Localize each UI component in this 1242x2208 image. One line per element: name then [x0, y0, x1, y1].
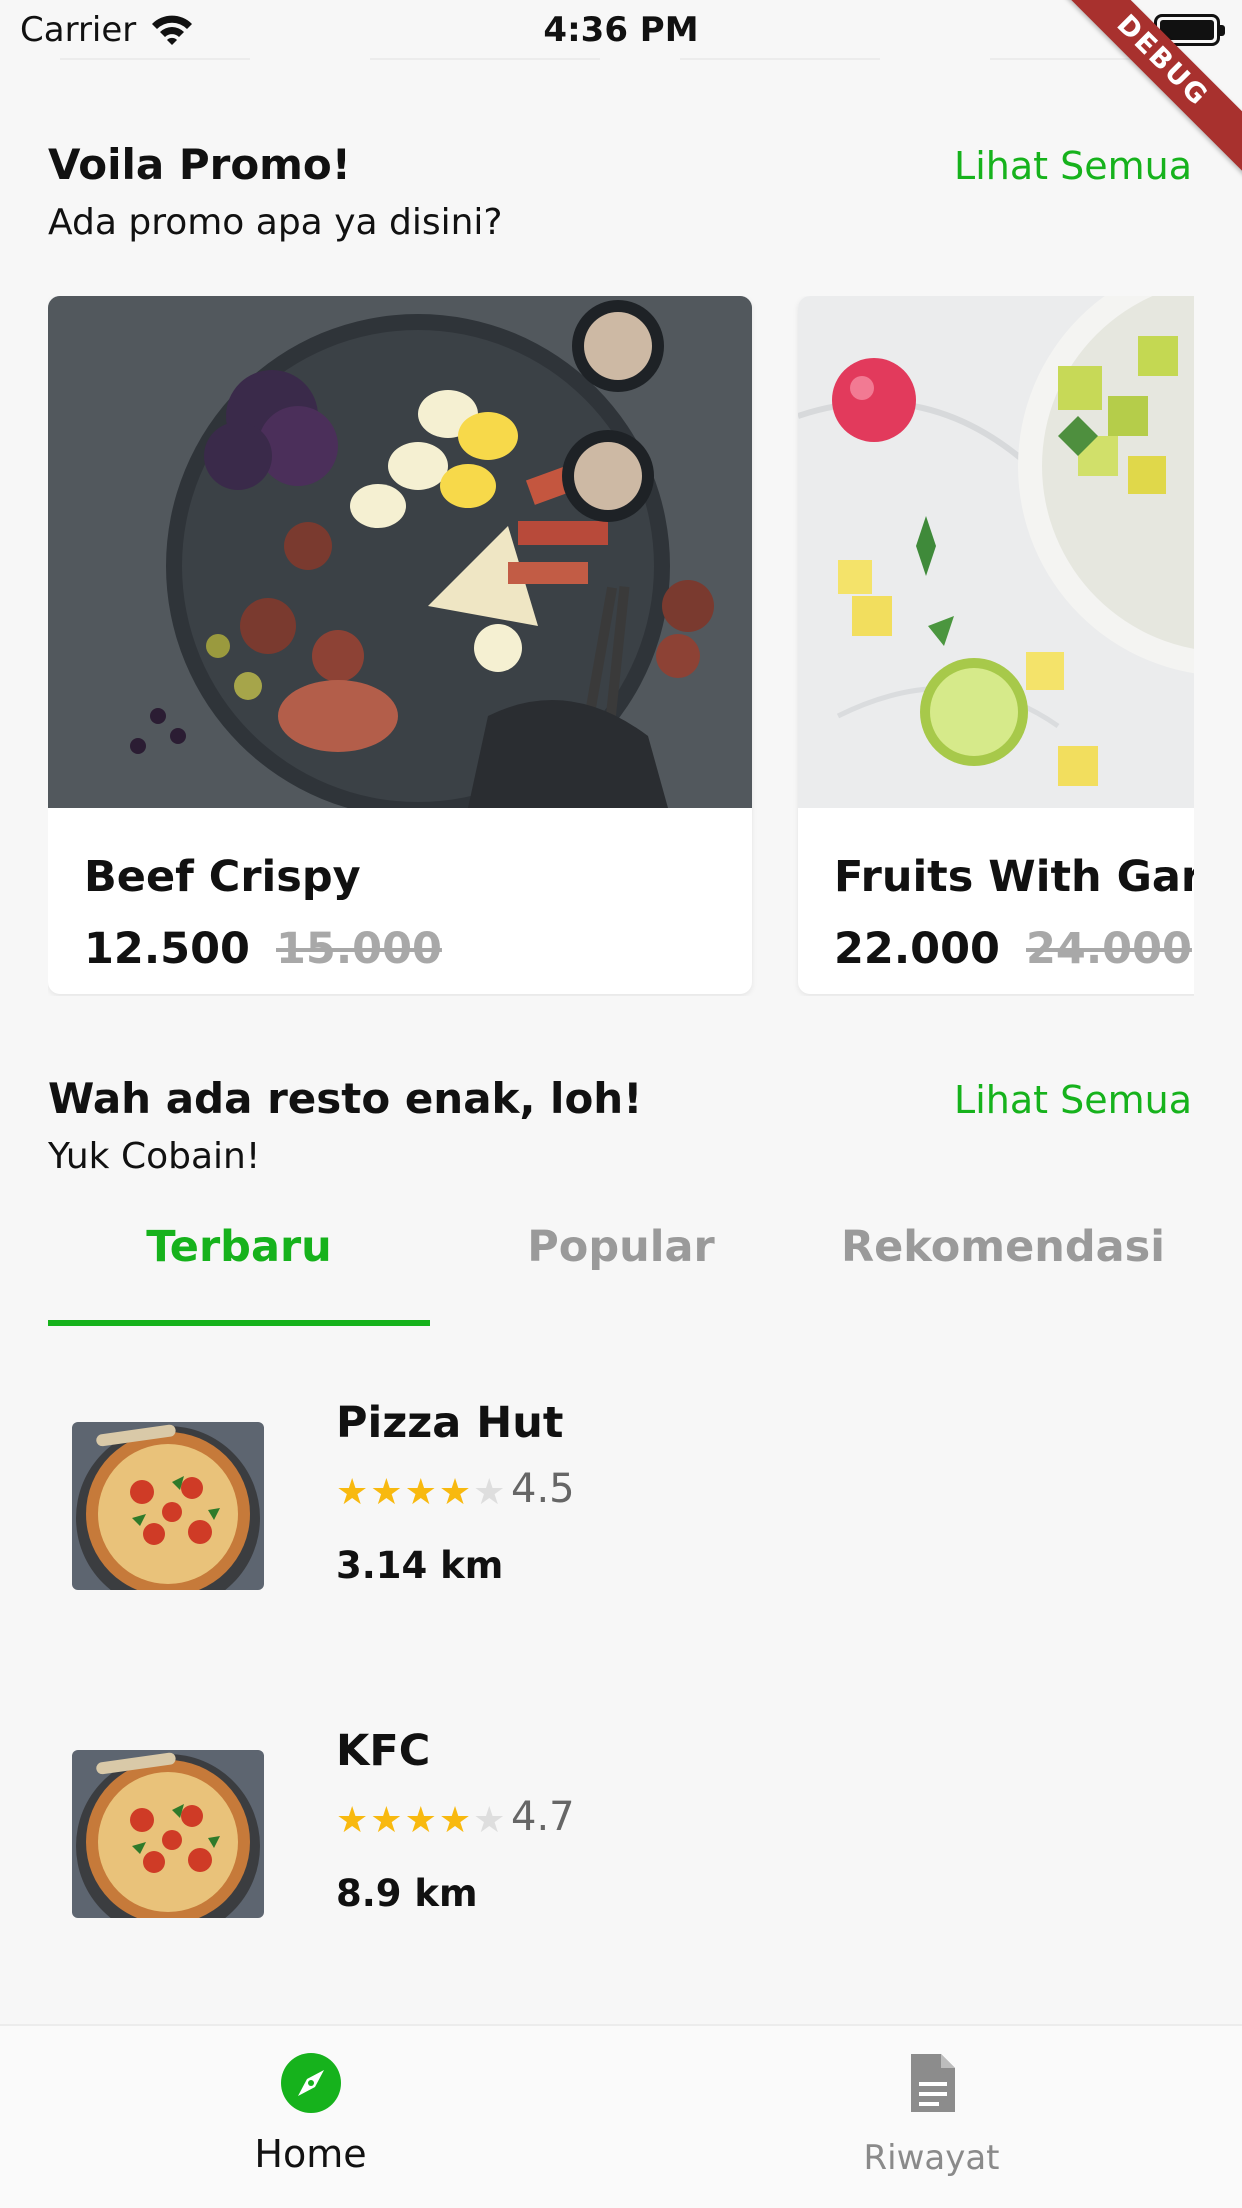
- promo-name: Beef Crispy: [84, 852, 361, 902]
- compass-icon: [280, 2052, 342, 2114]
- promo-image: [798, 296, 1194, 808]
- star-icon: ★: [336, 1472, 371, 1513]
- promo-title: Voila Promo!: [48, 140, 351, 189]
- resto-subtitle: Yuk Cobain!: [48, 1136, 261, 1177]
- restaurant-thumbnail: [72, 1750, 264, 1918]
- promo-name: Fruits With Garlic: [834, 852, 1194, 902]
- promo-price: 12.500: [84, 924, 250, 974]
- promo-subtitle: Ada promo apa ya disini?: [48, 202, 503, 243]
- promo-old-price: 24.000: [1026, 924, 1192, 974]
- rating-stars: ★★★★★: [336, 1472, 507, 1513]
- star-icon: ★: [404, 1472, 439, 1513]
- rating-stars: ★★★★★: [336, 1800, 507, 1841]
- nav-label-home: Home: [254, 2132, 367, 2176]
- star-icon: ★: [438, 1472, 474, 1513]
- promo-carousel[interactable]: Beef Crispy 12.500 15.000 Fruits With Ga…: [48, 296, 1194, 996]
- restaurant-name: Pizza Hut: [336, 1398, 564, 1448]
- promo-see-all-link[interactable]: Lihat Semua: [954, 144, 1192, 188]
- nav-item-home[interactable]: Home: [0, 2026, 621, 2208]
- tab-popular[interactable]: Popular: [430, 1222, 812, 1272]
- promo-price: 22.000: [834, 924, 1000, 974]
- nav-item-riwayat[interactable]: Riwayat: [621, 2026, 1242, 2208]
- star-icon: ★: [404, 1800, 439, 1841]
- status-bar: Carrier 4:36 PM: [0, 0, 1242, 62]
- bottom-nav: Home Riwayat: [0, 2024, 1242, 2208]
- restaurant-distance: 8.9 km: [336, 1872, 478, 1915]
- list-item[interactable]: Pizza Hut ★★★★★ 4.5 3.14 km: [0, 1398, 1242, 1662]
- nav-label-riwayat: Riwayat: [863, 2138, 1000, 2178]
- promo-old-price: 15.000: [276, 924, 442, 974]
- tab-terbaru[interactable]: Terbaru: [48, 1222, 430, 1272]
- rating-value: 4.7: [511, 1794, 575, 1840]
- resto-title: Wah ada resto enak, loh!: [48, 1074, 643, 1123]
- star-icon: ★: [370, 1472, 405, 1513]
- resto-see-all-link[interactable]: Lihat Semua: [954, 1078, 1192, 1122]
- promo-image: [48, 296, 752, 808]
- star-icon: ★: [438, 1800, 474, 1841]
- restaurant-name: KFC: [336, 1726, 431, 1776]
- restaurant-thumbnail: [72, 1422, 264, 1590]
- restaurant-distance: 3.14 km: [336, 1544, 504, 1587]
- promo-card[interactable]: Beef Crispy 12.500 15.000: [48, 296, 752, 994]
- star-icon: ★: [370, 1800, 405, 1841]
- promo-card[interactable]: Fruits With Garlic 22.000 24.000: [798, 296, 1194, 994]
- star-icon: ★: [336, 1800, 371, 1841]
- tab-rekomendasi[interactable]: Rekomendasi: [812, 1222, 1194, 1272]
- star-empty-icon: ★: [473, 1472, 508, 1513]
- document-icon: [901, 2052, 963, 2114]
- rating-value: 4.5: [511, 1466, 575, 1512]
- list-item[interactable]: KFC ★★★★★ 4.7 8.9 km: [0, 1726, 1242, 1990]
- tab-indicator: [48, 1320, 430, 1326]
- status-time: 4:36 PM: [543, 10, 699, 50]
- star-empty-icon: ★: [473, 1800, 508, 1841]
